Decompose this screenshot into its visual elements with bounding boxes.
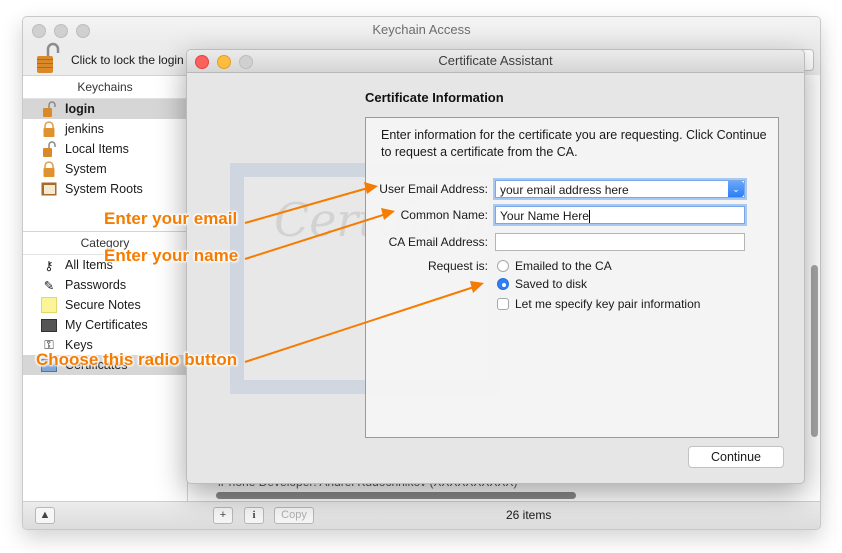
sidebar-item-label: Secure Notes	[65, 298, 141, 312]
sidebar-item-label: Passwords	[65, 278, 127, 292]
user-email-value: your email address here	[500, 183, 629, 197]
show-sidebar-button[interactable]: ▲	[35, 507, 55, 524]
unlocked-padlock-icon	[41, 141, 57, 157]
keychains-header: Keychains	[23, 75, 187, 99]
close-button[interactable]	[32, 24, 46, 38]
dialog-heading: Certificate Information	[365, 90, 504, 105]
radio-emailed-to-ca[interactable]: Emailed to the CA	[497, 259, 612, 273]
sidebar-item-label: System Roots	[65, 182, 143, 196]
window-controls	[32, 24, 90, 38]
sidebar-toggle-icon: ▲	[39, 509, 51, 521]
unlocked-padlock-icon[interactable]	[35, 41, 61, 75]
sidebar-item-my-certificates[interactable]: My Certificates	[23, 315, 187, 335]
common-name-value: Your Name Here	[500, 209, 589, 223]
continue-button[interactable]: Continue	[688, 446, 784, 468]
ca-email-input[interactable]	[495, 233, 745, 251]
info-button[interactable]: i	[244, 507, 264, 524]
zoom-button[interactable]	[239, 55, 253, 69]
keys-icon: ⚷	[44, 258, 54, 273]
user-email-combobox[interactable]: your email address here ⌄	[495, 180, 745, 198]
dialog-title: Certificate Assistant	[438, 53, 553, 68]
radio-label: Saved to disk	[515, 277, 588, 291]
add-button[interactable]: +	[213, 507, 233, 524]
copy-button[interactable]: Copy	[274, 507, 314, 524]
annotation-choose-radio: Choose this radio button	[36, 350, 238, 369]
key-pair-checkbox[interactable]	[497, 298, 509, 310]
certificate-assistant-dialog: Certificate Assistant Certificate Certif…	[186, 49, 805, 484]
note-icon	[41, 297, 57, 313]
minimize-button[interactable]	[217, 55, 231, 69]
common-name-label: Common Name:	[400, 208, 488, 222]
annotation-enter-email: Enter your email	[104, 209, 238, 228]
minimize-button[interactable]	[54, 24, 68, 38]
intro-text: Enter information for the certificate yo…	[381, 128, 767, 159]
sidebar-item-label: System	[65, 162, 107, 176]
close-button[interactable]	[195, 55, 209, 69]
locked-padlock-icon	[41, 121, 57, 137]
my-certificate-icon	[41, 317, 57, 333]
user-email-label: User Email Address:	[379, 182, 488, 196]
bottom-bar: ▲ + i Copy 26 items	[23, 501, 820, 529]
annotation-enter-name: Enter your name	[104, 246, 239, 265]
sidebar-item-label: My Certificates	[65, 318, 148, 332]
sidebar-item-local-items[interactable]: Local Items	[23, 139, 187, 159]
sidebar-item-label: login	[65, 102, 95, 116]
sidebar-item-passwords[interactable]: ✎ Passwords	[23, 275, 187, 295]
text-cursor	[588, 210, 590, 224]
certificate-folder-icon	[41, 181, 57, 197]
sidebar-item-login[interactable]: login	[23, 99, 187, 119]
request-is-label: Request is:	[427, 259, 488, 273]
radio-button-selected[interactable]	[497, 278, 509, 290]
dialog-titlebar: Certificate Assistant	[187, 50, 804, 73]
main-titlebar: Keychain Access	[23, 17, 820, 43]
window-title: Keychain Access	[372, 22, 471, 37]
vertical-scrollbar[interactable]	[811, 265, 818, 437]
sidebar-item-system-roots[interactable]: System Roots	[23, 179, 187, 199]
dialog-window-controls	[195, 55, 253, 69]
horizontal-scrollbar[interactable]	[216, 492, 576, 499]
key-pair-checkbox-row[interactable]: Let me specify key pair information	[497, 297, 700, 311]
sidebar-item-secure-notes[interactable]: Secure Notes	[23, 295, 187, 315]
sidebar-item-label: Local Items	[65, 142, 129, 156]
items-count: 26 items	[506, 508, 552, 522]
radio-button[interactable]	[497, 260, 509, 272]
ca-email-label: CA Email Address:	[388, 235, 488, 249]
sidebar-item-label: jenkins	[65, 122, 104, 136]
sidebar-item-system[interactable]: System	[23, 159, 187, 179]
zoom-button[interactable]	[76, 24, 90, 38]
radio-label: Emailed to the CA	[515, 259, 612, 273]
unlocked-padlock-icon	[41, 101, 57, 117]
radio-saved-to-disk[interactable]: Saved to disk	[497, 277, 587, 291]
locked-padlock-icon	[41, 161, 57, 177]
checkbox-label: Let me specify key pair information	[515, 297, 701, 311]
common-name-input[interactable]: Your Name Here	[495, 206, 745, 224]
chevron-down-icon[interactable]: ⌄	[728, 181, 744, 197]
pencil-password-icon: ✎	[43, 278, 55, 293]
form-panel: Enter information for the certificate yo…	[365, 117, 779, 438]
sidebar: Keychains login jenkins Local Items Syst…	[23, 75, 188, 501]
sidebar-item-jenkins[interactable]: jenkins	[23, 119, 187, 139]
